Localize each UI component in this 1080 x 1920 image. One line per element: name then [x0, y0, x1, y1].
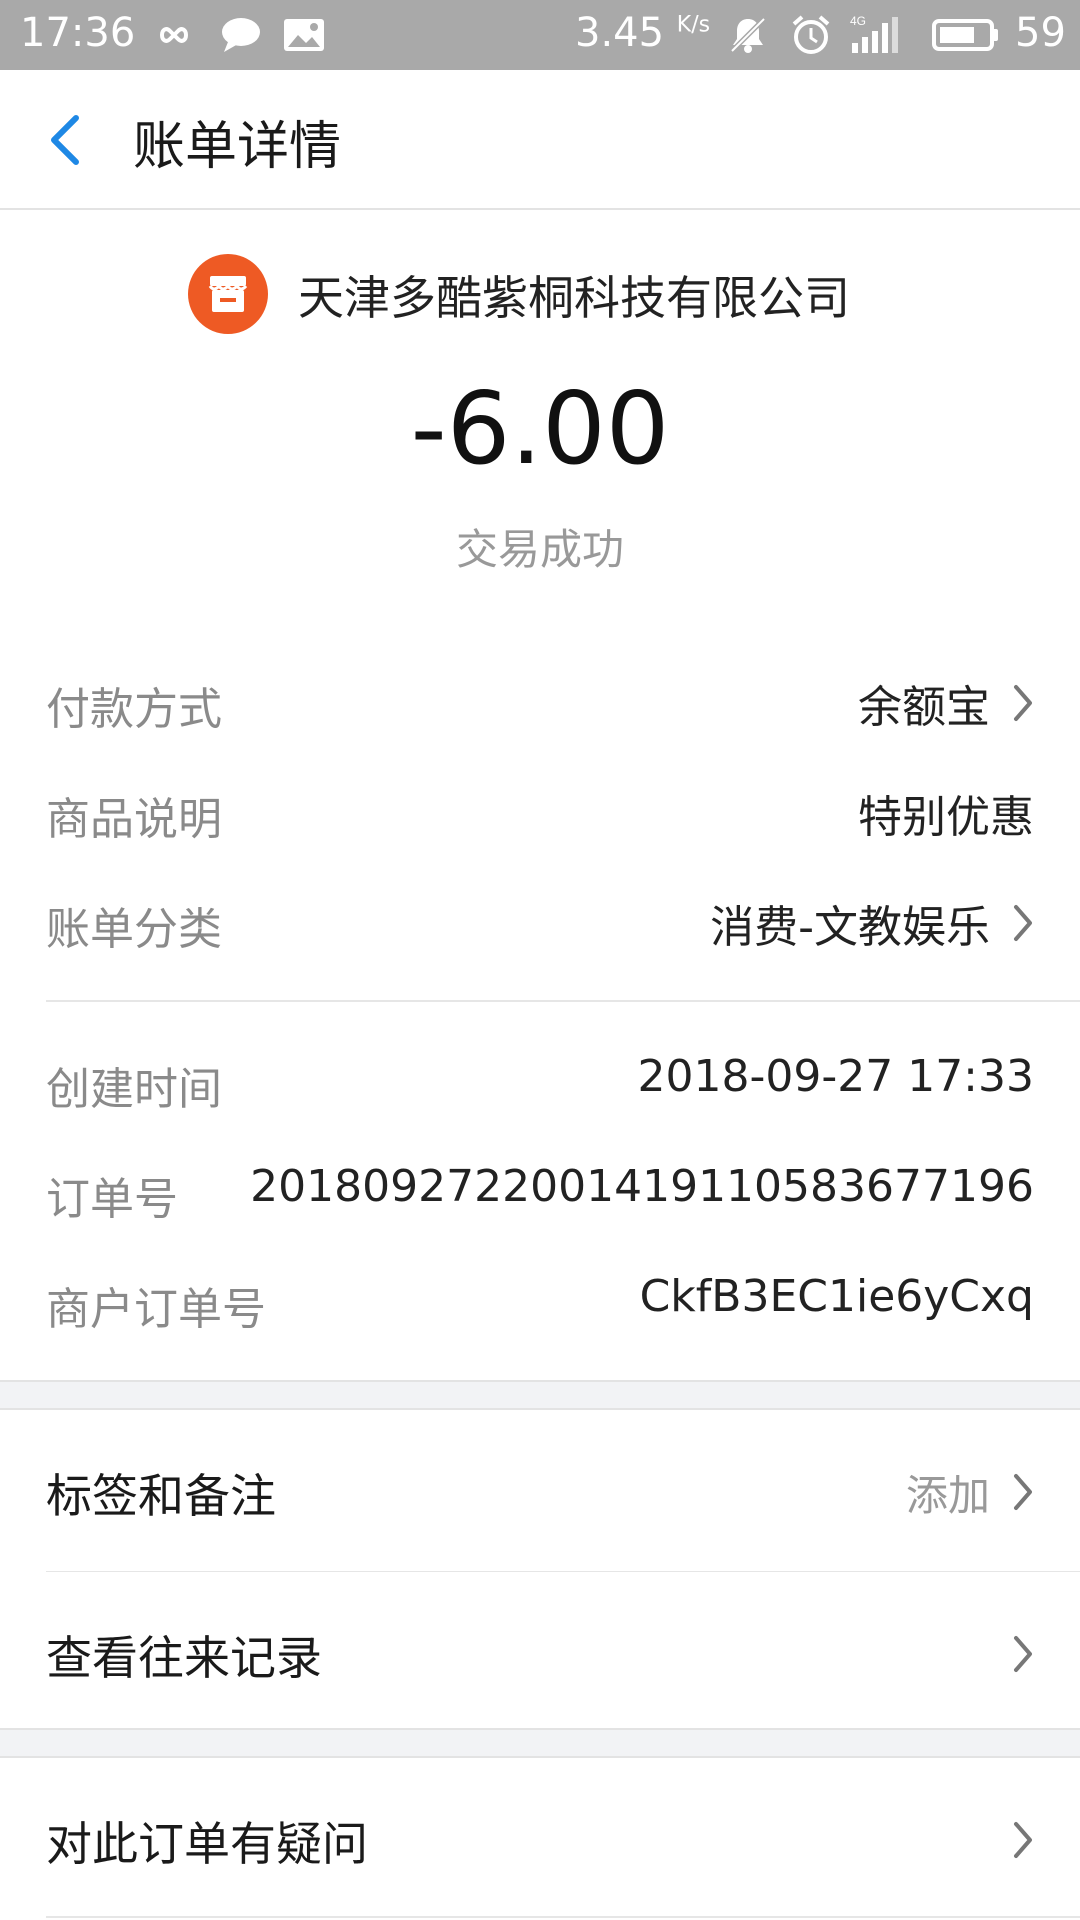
merchant-order-no-label: 商户订单号 — [46, 1284, 266, 1335]
created-time-label: 创建时间 — [46, 1064, 222, 1115]
payment-method-row[interactable]: 付款方式 余额宝 — [0, 645, 1080, 755]
chevron-right-icon — [1014, 1822, 1032, 1858]
section-gap — [0, 1380, 1080, 1410]
dispute-row[interactable]: 对此订单有疑问 — [0, 1758, 1080, 1918]
app-header: 账单详情 — [0, 70, 1080, 210]
order-no-row: 订单号 2018092722001419110583677196 — [0, 1135, 1080, 1245]
product-desc-row: 商品说明 特别优惠 — [0, 755, 1080, 865]
row-divider — [46, 1916, 1080, 1918]
transaction-status: 交易成功 — [455, 525, 624, 574]
section-gap — [0, 1728, 1080, 1758]
product-desc-value: 特别优惠 — [858, 792, 1034, 843]
chevron-right-icon — [1014, 1636, 1032, 1672]
chevron-right-icon — [1014, 685, 1032, 721]
section-divider — [46, 1000, 1080, 1002]
merchant-order-no-value: CkfB3EC1ie6yCxq — [639, 1271, 1034, 1322]
back-button[interactable] — [38, 108, 98, 172]
created-time-value: 2018-09-27 17:33 — [637, 1051, 1035, 1102]
merchant-name: 天津多酷紫桐科技有限公司 — [298, 271, 850, 325]
created-time-row: 创建时间 2018-09-27 17:33 — [0, 1025, 1080, 1135]
category-label: 账单分类 — [46, 904, 222, 955]
battery-icon — [932, 0, 1000, 70]
tags-notes-row[interactable]: 标签和备注 添加 — [0, 1410, 1080, 1570]
battery-level: 59 — [1015, 10, 1066, 56]
merchant-summary: 天津多酷紫桐科技有限公司 -6.00 交易成功 — [0, 210, 1080, 610]
chevron-left-icon — [51, 115, 79, 165]
tags-notes-label: 标签和备注 — [46, 1469, 276, 1523]
chevron-right-icon — [1014, 905, 1032, 941]
alarm-icon — [790, 0, 832, 70]
page-title: 账单详情 — [133, 117, 342, 177]
signal-icon: 4G — [850, 0, 906, 70]
chat-icon — [220, 0, 262, 70]
order-no-value: 2018092722001419110583677196 — [250, 1161, 1034, 1212]
status-bar: 17:36 3.45 K/s 4G 59 — [0, 0, 1080, 70]
payment-method-value: 余额宝 — [858, 682, 990, 733]
net-speed: 3.45 K/s — [575, 10, 711, 56]
dispute-label: 对此订单有疑问 — [46, 1817, 368, 1871]
add-tag-hint: 添加 — [905, 1471, 990, 1520]
store-icon — [188, 254, 268, 334]
infinity-icon — [150, 0, 198, 70]
category-row[interactable]: 账单分类 消费-文教娱乐 — [0, 865, 1080, 975]
category-value: 消费-文教娱乐 — [710, 902, 990, 953]
payment-method-label: 付款方式 — [46, 684, 222, 735]
bell-muted-icon — [728, 0, 768, 70]
gallery-icon — [282, 0, 326, 70]
merchant-order-no-row: 商户订单号 CkfB3EC1ie6yCxq — [0, 1245, 1080, 1355]
product-desc-label: 商品说明 — [46, 794, 222, 845]
order-no-label: 订单号 — [46, 1174, 178, 1225]
transaction-amount: -6.00 — [410, 370, 670, 487]
chevron-right-icon — [1014, 1474, 1032, 1510]
svg-text:4G: 4G — [850, 14, 866, 28]
status-time: 17:36 — [20, 10, 136, 56]
history-label: 查看往来记录 — [46, 1631, 322, 1685]
history-row[interactable]: 查看往来记录 — [0, 1572, 1080, 1732]
